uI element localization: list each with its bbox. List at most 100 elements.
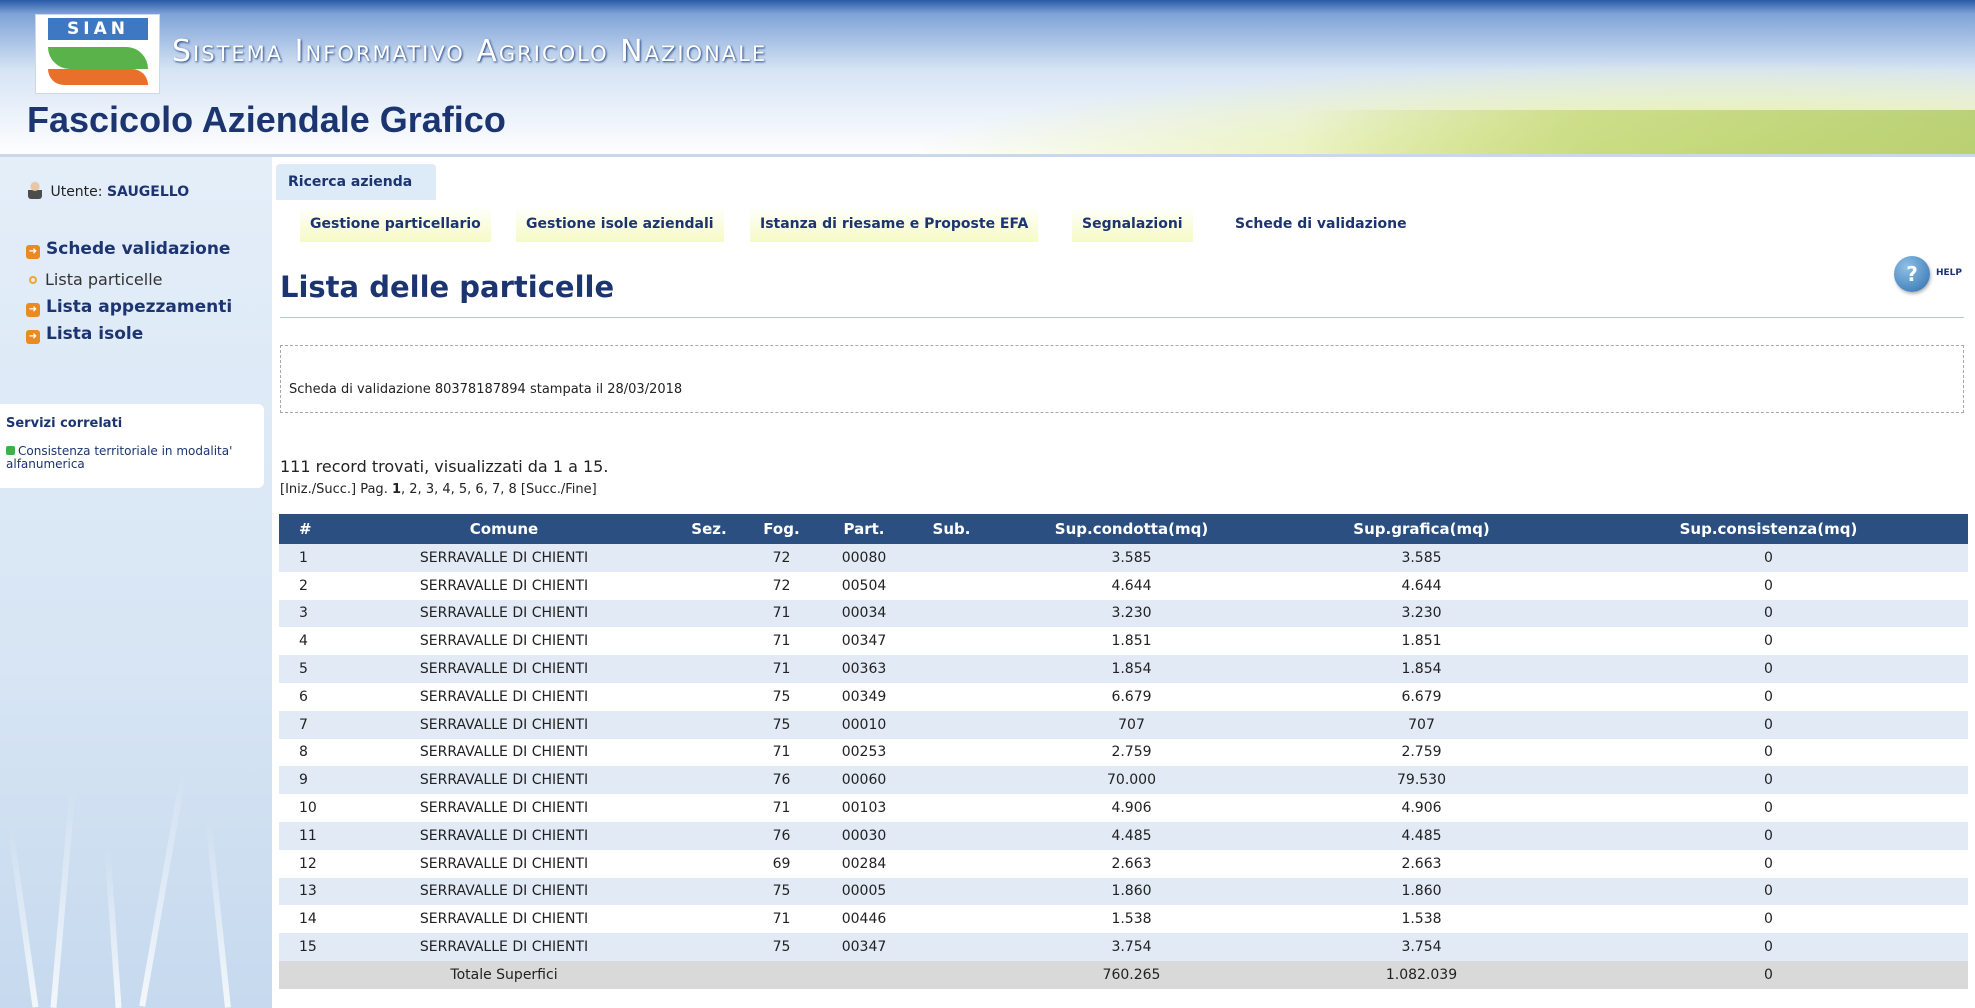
cell-number: 1 bbox=[279, 544, 339, 572]
sidebar-grass-decoration bbox=[205, 818, 231, 1008]
cell-sup-grafica: 1.860 bbox=[1274, 877, 1569, 906]
pager-pages[interactable]: , 2, 3, 4, 5, 6, 7, 8 [Succ./Fine] bbox=[401, 482, 597, 497]
table-row[interactable]: 14 SERRAVALLE DI CHIENTI 71 00446 1.538 1.538… bbox=[279, 905, 1968, 934]
table-row[interactable]: 4 SERRAVALLE DI CHIENTI 71 00347 1.851 1.851 0 bbox=[279, 627, 1968, 656]
table-row[interactable]: 1 SERRAVALLE DI CHIENTI 72 00080 3.585 3.585 0 bbox=[279, 544, 1968, 572]
cell-number: 10 bbox=[279, 794, 339, 822]
table-row[interactable]: 8 SERRAVALLE DI CHIENTI 71 00253 2.759 2.759 0 bbox=[279, 738, 1968, 767]
cell-sup-grafica: 4.906 bbox=[1274, 794, 1569, 822]
column-header-fog[interactable]: Fog. bbox=[749, 514, 814, 544]
cell-sup-grafica: 3.754 bbox=[1274, 933, 1569, 961]
tab-schede-validazione[interactable]: Schede di validazione bbox=[1225, 206, 1417, 242]
particelle-table: # Comune Sez. Fog. Part. Sub. Sup.condot… bbox=[279, 514, 1968, 989]
cell-part[interactable]: 00005 bbox=[814, 877, 914, 906]
cell-part[interactable]: 00504 bbox=[814, 571, 914, 600]
column-header-sup-condotta[interactable]: Sup.condotta(mq) bbox=[989, 514, 1274, 544]
table-row[interactable]: 11 SERRAVALLE DI CHIENTI 76 00030 4.485 4.485… bbox=[279, 821, 1968, 850]
servizi-title: Servizi correlati bbox=[6, 416, 123, 431]
cell-part[interactable]: 00349 bbox=[814, 682, 914, 711]
cell-number: 6 bbox=[279, 682, 339, 711]
cell-fog: 71 bbox=[749, 655, 814, 683]
pager-current-page: 1 bbox=[391, 482, 402, 497]
column-header-sup-grafica[interactable]: Sup.grafica(mq) bbox=[1274, 514, 1569, 544]
cell-sup-consistenza: 0 bbox=[1569, 933, 1968, 961]
cell-part[interactable]: 00103 bbox=[814, 794, 914, 822]
cell-comune: SERRAVALLE DI CHIENTI bbox=[339, 821, 669, 850]
cell-part[interactable]: 00010 bbox=[814, 710, 914, 739]
title-divider bbox=[280, 317, 1964, 318]
table-row[interactable]: 10 SERRAVALLE DI CHIENTI 71 00103 4.906 4.906… bbox=[279, 794, 1968, 822]
cell-part[interactable]: 00363 bbox=[814, 655, 914, 683]
sian-logo[interactable]: SIAN bbox=[35, 14, 160, 94]
ricerca-azienda-button[interactable]: Ricerca azienda bbox=[276, 164, 436, 200]
table-row[interactable]: 12 SERRAVALLE DI CHIENTI 69 00284 2.663 2.663… bbox=[279, 849, 1968, 878]
pager-start[interactable]: [Iniz./Succ.] Pag. bbox=[280, 482, 392, 497]
sidebar-link-lista-particelle[interactable]: Lista particelle bbox=[26, 270, 163, 289]
table-header-row: # Comune Sez. Fog. Part. Sub. Sup.condot… bbox=[279, 514, 1968, 544]
page-title: Lista delle particelle bbox=[280, 270, 615, 304]
cell-part[interactable]: 00030 bbox=[814, 821, 914, 850]
table-row[interactable]: 13 SERRAVALLE DI CHIENTI 75 00005 1.860 1.860… bbox=[279, 877, 1968, 906]
cell-sub bbox=[914, 905, 989, 934]
cell-sup-grafica: 3.230 bbox=[1274, 599, 1569, 628]
table-row[interactable]: 6 SERRAVALLE DI CHIENTI 75 00349 6.679 6.679 0 bbox=[279, 682, 1968, 711]
column-header-comune[interactable]: Comune bbox=[339, 514, 669, 544]
cell-part[interactable]: 00060 bbox=[814, 766, 914, 795]
column-header-part[interactable]: Part. bbox=[814, 514, 914, 544]
table-row[interactable]: 7 SERRAVALLE DI CHIENTI 75 00010 707 707 0 bbox=[279, 710, 1968, 739]
cell-sup-grafica: 6.679 bbox=[1274, 682, 1569, 711]
table-row[interactable]: 5 SERRAVALLE DI CHIENTI 71 00363 1.854 1.854 0 bbox=[279, 655, 1968, 683]
sidebar-link-label: Schede validazione bbox=[46, 239, 231, 259]
cell-fog: 75 bbox=[749, 877, 814, 906]
cell-part[interactable]: 00347 bbox=[814, 933, 914, 961]
tab-istanza-riesame[interactable]: Istanza di riesame e Proposte EFA bbox=[750, 206, 1039, 242]
circle-bullet-icon bbox=[29, 276, 37, 284]
column-header-number[interactable]: # bbox=[279, 514, 339, 544]
column-header-sub[interactable]: Sub. bbox=[914, 514, 989, 544]
sidebar-link-label: Lista isole bbox=[46, 324, 144, 344]
column-header-sez[interactable]: Sez. bbox=[669, 514, 749, 544]
cell-part[interactable]: 00446 bbox=[814, 905, 914, 934]
table-row[interactable]: 3 SERRAVALLE DI CHIENTI 71 00034 3.230 3.230 0 bbox=[279, 599, 1968, 628]
cell-part[interactable]: 00034 bbox=[814, 599, 914, 628]
cell-comune: SERRAVALLE DI CHIENTI bbox=[339, 905, 669, 934]
sidebar-link-lista-appezzamenti[interactable]: ➜ Lista appezzamenti bbox=[26, 297, 232, 317]
cell-part[interactable]: 00253 bbox=[814, 738, 914, 767]
arrow-right-icon: ➜ bbox=[26, 303, 40, 317]
cell-sez bbox=[669, 655, 749, 683]
cell-number: 15 bbox=[279, 933, 339, 961]
servizi-link-consistenza[interactable]: Consistenza territoriale in modalita' al… bbox=[6, 445, 246, 471]
table-row[interactable]: 2 SERRAVALLE DI CHIENTI 72 00504 4.644 4.644 0 bbox=[279, 571, 1968, 600]
cell-part[interactable]: 00080 bbox=[814, 544, 914, 572]
cell-sup-grafica: 4.485 bbox=[1274, 821, 1569, 850]
table-row[interactable]: 9 SERRAVALLE DI CHIENTI 76 00060 70.000 79.53… bbox=[279, 766, 1968, 795]
system-title: Sistema Informativo Agricolo Nazionale bbox=[172, 34, 768, 69]
cell-sez bbox=[669, 571, 749, 600]
cell-sup-consistenza: 0 bbox=[1569, 794, 1968, 822]
column-header-sup-consistenza[interactable]: Sup.consistenza(mq) bbox=[1569, 514, 1968, 544]
cell-sup-grafica: 707 bbox=[1274, 710, 1569, 739]
cell-sub bbox=[914, 738, 989, 767]
sidebar-link-lista-isole[interactable]: ➜ Lista isole bbox=[26, 324, 143, 344]
sidebar-grass-decoration bbox=[139, 769, 187, 1007]
user-label: Utente: bbox=[50, 184, 103, 200]
cell-sup-condotta: 2.663 bbox=[989, 849, 1274, 878]
pagination: [Iniz./Succ.] Pag. 1, 2, 3, 4, 5, 6, 7, … bbox=[280, 482, 597, 497]
help-button[interactable]: ? HELP bbox=[1894, 256, 1962, 296]
cell-number: 11 bbox=[279, 821, 339, 850]
sidebar-link-schede-validazione[interactable]: ➜ Schede validazione bbox=[26, 239, 230, 259]
cell-part[interactable]: 00284 bbox=[814, 849, 914, 878]
tab-segnalazioni[interactable]: Segnalazioni bbox=[1072, 206, 1193, 242]
table-row[interactable]: 15 SERRAVALLE DI CHIENTI 75 00347 3.754 3.754… bbox=[279, 933, 1968, 961]
cell-sez bbox=[669, 599, 749, 628]
tab-gestione-isole[interactable]: Gestione isole aziendali bbox=[516, 206, 724, 242]
table-body: 1 SERRAVALLE DI CHIENTI 72 00080 3.585 3.585 0… bbox=[279, 544, 1968, 961]
servizi-link-label: Consistenza territoriale in modalita' al… bbox=[6, 444, 233, 471]
cell-sup-consistenza: 0 bbox=[1569, 627, 1968, 656]
tab-gestione-particellario[interactable]: Gestione particellario bbox=[300, 206, 491, 242]
logo-orange-wave bbox=[48, 69, 148, 85]
cell-comune: SERRAVALLE DI CHIENTI bbox=[339, 599, 669, 628]
page: SIAN Sistema Informativo Agricolo Nazion… bbox=[0, 0, 1975, 1008]
cell-part[interactable]: 00347 bbox=[814, 627, 914, 656]
cell-comune: SERRAVALLE DI CHIENTI bbox=[339, 877, 669, 906]
